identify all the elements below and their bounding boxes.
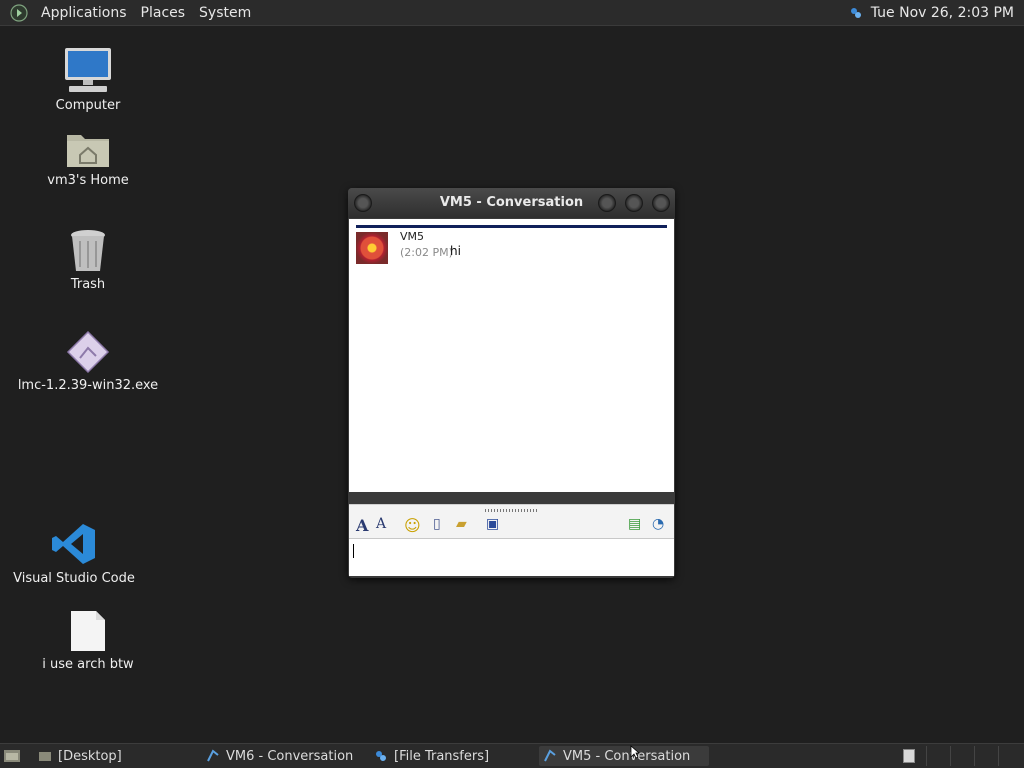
network-icon[interactable] (849, 6, 863, 20)
message-sender: VM5 (400, 230, 425, 243)
chat-toolbar: A A ☺ ▯ ▰ ▣ ▤ ◔ (349, 504, 674, 539)
message-input[interactable] (349, 538, 674, 576)
transfer-icon (376, 751, 386, 761)
desktop-icon-home[interactable]: vm3's Home (13, 129, 163, 188)
desktop-icon-computer[interactable]: Computer (13, 46, 163, 113)
taskbar-item-label: [File Transfers] (394, 748, 490, 764)
taskbar-item-vm6-conversation[interactable]: VM6 - Conversation (206, 746, 366, 766)
font-size-icon[interactable]: A (376, 516, 386, 532)
executable-icon (66, 330, 110, 374)
workspace-5[interactable] (998, 746, 1021, 766)
top-panel: Applications Places System Tue Nov 26, 2… (0, 0, 1024, 26)
close-button[interactable] (652, 194, 670, 212)
workspace-3[interactable] (950, 746, 973, 766)
splitter-handle[interactable] (485, 509, 539, 512)
workspace-4[interactable] (974, 746, 997, 766)
minimize-button[interactable] (598, 194, 616, 212)
conversation-divider (356, 225, 667, 228)
chat-icon (544, 749, 556, 762)
taskbar-item-label: [Desktop] (58, 748, 122, 764)
menu-places[interactable]: Places (141, 5, 186, 21)
folder-icon (39, 752, 51, 761)
maximize-button[interactable] (625, 194, 643, 212)
add-contact-icon[interactable]: ▤ (628, 516, 641, 532)
workspace-indicator[interactable] (903, 749, 915, 763)
desktop-icon-label: lmc-1.2.39-win32.exe (17, 378, 159, 393)
text-file-icon (71, 611, 105, 651)
conversation-window: VM5 - Conversation VM5 (2:02 PM) hi A A … (348, 188, 675, 578)
desktop-icon-label: vm3's Home (47, 173, 129, 188)
show-desktop-icon[interactable] (3, 748, 21, 764)
menu-system[interactable]: System (199, 5, 251, 21)
avatar (356, 232, 388, 264)
desktop-icon-exe[interactable]: lmc-1.2.39-win32.exe (13, 330, 163, 393)
workspace-2[interactable] (926, 746, 949, 766)
taskbar: [Desktop] VM6 - Conversation [File Trans… (0, 743, 1024, 768)
desktop-icon-label: Computer (55, 98, 121, 113)
font-icon[interactable]: A (356, 516, 368, 535)
menu-applications[interactable]: Applications (41, 5, 127, 21)
window-titlebar[interactable]: VM5 - Conversation (348, 188, 675, 218)
main-menu-icon[interactable] (10, 3, 28, 22)
desktop-icon-trash[interactable]: Trash (13, 229, 163, 292)
desktop-icon-label: Visual Studio Code (13, 571, 135, 586)
save-icon[interactable]: ▣ (486, 516, 499, 532)
taskbar-item-vm5-conversation[interactable]: VM5 - Conversation (539, 746, 709, 766)
taskbar-item-label: VM5 - Conversation (563, 748, 691, 764)
computer-icon (65, 48, 111, 92)
clock[interactable]: Tue Nov 26, 2:03 PM (871, 5, 1014, 21)
smiley-icon[interactable]: ☺ (404, 516, 421, 535)
desktop-icon-vscode[interactable]: Visual Studio Code (0, 521, 149, 586)
desktop-icon-text-file[interactable]: i use arch btw (13, 609, 163, 672)
taskbar-item-file-transfers[interactable]: [File Transfers] (374, 746, 534, 766)
history-icon[interactable]: ◔ (652, 516, 664, 532)
chat-icon (207, 749, 219, 762)
send-folder-icon[interactable]: ▰ (456, 516, 467, 532)
attach-file-icon[interactable]: ▯ (433, 516, 441, 532)
taskbar-item-label: VM6 - Conversation (226, 748, 354, 764)
mouse-cursor-icon (630, 745, 640, 759)
desktop-icon-label: Trash (70, 277, 106, 292)
home-folder-icon (67, 135, 109, 167)
taskbar-item-desktop[interactable]: [Desktop] (38, 746, 198, 766)
vscode-icon (52, 524, 95, 564)
panel-tray: Tue Nov 26, 2:03 PM (849, 0, 1014, 25)
conversation-history[interactable]: VM5 (2:02 PM) hi (349, 219, 674, 492)
message-text: hi (450, 244, 461, 258)
trash-icon (71, 230, 105, 271)
message-time: (2:02 PM) (400, 246, 453, 259)
text-cursor (353, 544, 354, 558)
desktop-icon-label: i use arch btw (42, 657, 134, 672)
